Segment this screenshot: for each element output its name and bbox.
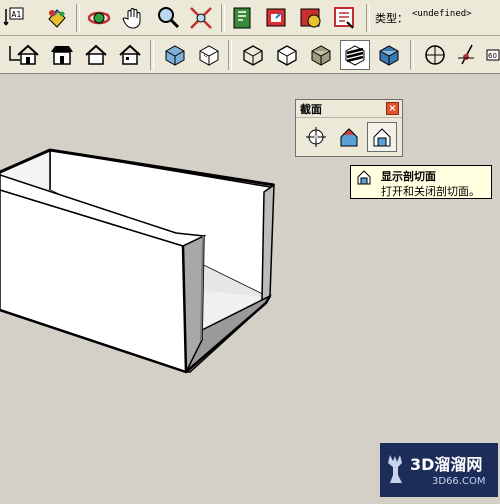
wireframe-style-icon[interactable] bbox=[238, 40, 268, 70]
watermark-brand: 3D溜溜网 bbox=[410, 455, 483, 474]
xray-style-icon[interactable] bbox=[160, 40, 190, 70]
3d-viewport[interactable] bbox=[0, 75, 500, 500]
home-top-view-icon[interactable] bbox=[13, 40, 43, 70]
text-tool-icon[interactable]: A1 bbox=[0, 3, 30, 33]
model-box bbox=[0, 148, 275, 374]
position-camera-icon[interactable] bbox=[420, 40, 450, 70]
toolbar-separator bbox=[228, 40, 232, 70]
svg-text:A1: A1 bbox=[12, 10, 22, 19]
toolbar-separator bbox=[410, 40, 414, 70]
svg-text:60: 60 bbox=[488, 52, 497, 60]
toolbar-separator bbox=[366, 4, 370, 32]
share-model-icon[interactable] bbox=[262, 3, 292, 33]
back-edges-style-icon[interactable] bbox=[194, 40, 224, 70]
display-section-planes-button[interactable] bbox=[334, 122, 364, 152]
main-toolbar: A1 类型： <undefined> bbox=[0, 0, 500, 36]
display-section-cuts-button[interactable] bbox=[367, 122, 397, 152]
section-cut-house-icon bbox=[373, 128, 391, 147]
monochrome-style-icon[interactable] bbox=[374, 40, 404, 70]
orbit-icon[interactable] bbox=[84, 3, 114, 33]
deer-logo-icon bbox=[388, 455, 402, 483]
back-view-icon[interactable] bbox=[115, 40, 145, 70]
paint-bucket-icon[interactable] bbox=[42, 3, 72, 33]
section-panel-titlebar[interactable]: 截面 × bbox=[296, 100, 402, 118]
section-plane-house-icon bbox=[340, 128, 358, 147]
toolbar-separator bbox=[150, 40, 154, 70]
shaded-textures-style-icon[interactable] bbox=[340, 40, 370, 70]
get-models-icon[interactable] bbox=[228, 3, 258, 33]
zoom-extents-icon[interactable] bbox=[186, 3, 216, 33]
views-toolbar: 60 bbox=[0, 36, 500, 74]
walk-icon[interactable] bbox=[452, 40, 482, 70]
tooltip-description: 打开和关闭剖切面。 bbox=[381, 185, 480, 198]
look-around-icon[interactable]: 60 bbox=[482, 40, 500, 70]
watermark-url: 3D66.COM bbox=[432, 476, 486, 487]
section-plane-button[interactable] bbox=[301, 122, 331, 152]
watermark-logo: 3D溜溜网 3D66.COM bbox=[380, 443, 498, 497]
type-label: 类型： bbox=[375, 12, 408, 25]
toolbar-separator bbox=[76, 4, 80, 32]
shaded-style-icon[interactable] bbox=[306, 40, 336, 70]
pan-hand-icon[interactable] bbox=[119, 3, 149, 33]
right-view-icon[interactable] bbox=[81, 40, 111, 70]
zoom-icon[interactable] bbox=[153, 3, 183, 33]
component-share-icon[interactable] bbox=[296, 3, 326, 33]
section-panel-title: 截面 bbox=[300, 103, 322, 116]
close-icon[interactable]: × bbox=[386, 102, 399, 115]
section-toolbar-panel[interactable]: 截面 × bbox=[295, 99, 403, 157]
section-plane-icon bbox=[306, 127, 326, 147]
toolbar-separator bbox=[221, 4, 225, 32]
tooltip-title: 显示剖切面 bbox=[381, 170, 436, 183]
send-to-layout-icon[interactable] bbox=[330, 3, 360, 33]
hidden-line-style-icon[interactable] bbox=[272, 40, 302, 70]
tooltip: 显示剖切面 打开和关闭剖切面。 bbox=[350, 165, 492, 199]
front-view-icon[interactable] bbox=[47, 40, 77, 70]
section-cut-house-icon bbox=[357, 170, 371, 185]
type-value: <undefined> bbox=[412, 9, 472, 19]
